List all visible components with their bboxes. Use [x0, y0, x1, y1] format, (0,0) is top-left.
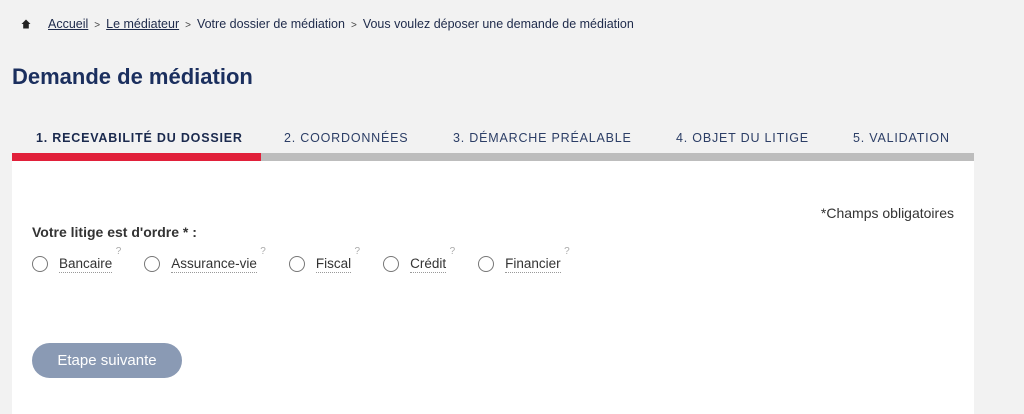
radio-assurance-vie[interactable] — [144, 256, 161, 272]
step-tab-objet-du-litige[interactable]: 4. OBJET DU LITIGE — [676, 124, 809, 153]
breadcrumb-link-mediateur[interactable]: Le médiateur — [106, 17, 179, 31]
option-label: Assurance-vie ? — [171, 245, 266, 273]
radio-bancaire[interactable] — [32, 256, 48, 272]
next-step-button[interactable]: Etape suivante — [32, 343, 182, 378]
step-progress-bar — [12, 153, 974, 161]
help-icon[interactable]: ? — [355, 246, 361, 257]
dispute-type-options: Bancaire ? Assurance-vie ? Fiscal ? Créd… — [32, 245, 593, 276]
step-tab-demarche-prealable[interactable]: 3. DÉMARCHE PRÉALABLE — [453, 124, 632, 153]
radio-credit[interactable] — [383, 256, 400, 272]
step-tab-validation[interactable]: 5. VALIDATION — [853, 124, 950, 153]
step-progress-active — [12, 153, 261, 161]
option-financier[interactable]: Financier ? — [478, 245, 570, 273]
breadcrumb-separator: > — [94, 19, 101, 31]
breadcrumb-separator: > — [350, 19, 357, 31]
breadcrumb-link-accueil[interactable]: Accueil — [48, 17, 88, 31]
breadcrumb: Accueil > Le médiateur > Votre dossier d… — [20, 15, 634, 33]
help-icon[interactable]: ? — [260, 246, 266, 257]
breadcrumb-separator: > — [185, 19, 191, 31]
page: Accueil > Le médiateur > Votre dossier d… — [0, 0, 1024, 414]
help-icon[interactable]: ? — [116, 246, 122, 257]
option-label: Crédit ? — [410, 245, 456, 273]
help-icon[interactable]: ? — [564, 246, 570, 257]
step-tab-recevabilite[interactable]: 1. RECEVABILITÉ DU DOSSIER — [36, 124, 243, 153]
help-icon[interactable]: ? — [450, 246, 456, 257]
breadcrumb-item-current: Vous voulez déposer une demande de média… — [362, 17, 634, 31]
home-icon[interactable] — [20, 18, 32, 30]
option-label: Financier ? — [505, 245, 570, 273]
option-label: Fiscal ? — [315, 245, 361, 273]
option-label: Bancaire ? — [59, 245, 122, 273]
option-fiscal[interactable]: Fiscal ? — [288, 245, 361, 273]
page-title: Demande de médiation — [12, 64, 253, 89]
step-tab-coordonnees[interactable]: 2. COORDONNÉES — [284, 124, 408, 153]
required-fields-note: *Champs obligatoires — [820, 205, 954, 221]
option-credit[interactable]: Crédit ? — [383, 245, 456, 273]
step-tabs: 1. RECEVABILITÉ DU DOSSIER 2. COORDONNÉE… — [12, 124, 974, 161]
dispute-type-label: Votre litige est d'ordre * : — [32, 224, 197, 240]
radio-financier[interactable] — [478, 256, 495, 272]
radio-fiscal[interactable] — [288, 256, 305, 272]
option-assurance-vie[interactable]: Assurance-vie ? — [144, 245, 266, 273]
breadcrumb-item-dossier[interactable]: Votre dossier de médiation — [197, 17, 345, 31]
option-bancaire[interactable]: Bancaire ? — [32, 245, 122, 273]
form-panel: *Champs obligatoires Votre litige est d'… — [12, 161, 974, 414]
